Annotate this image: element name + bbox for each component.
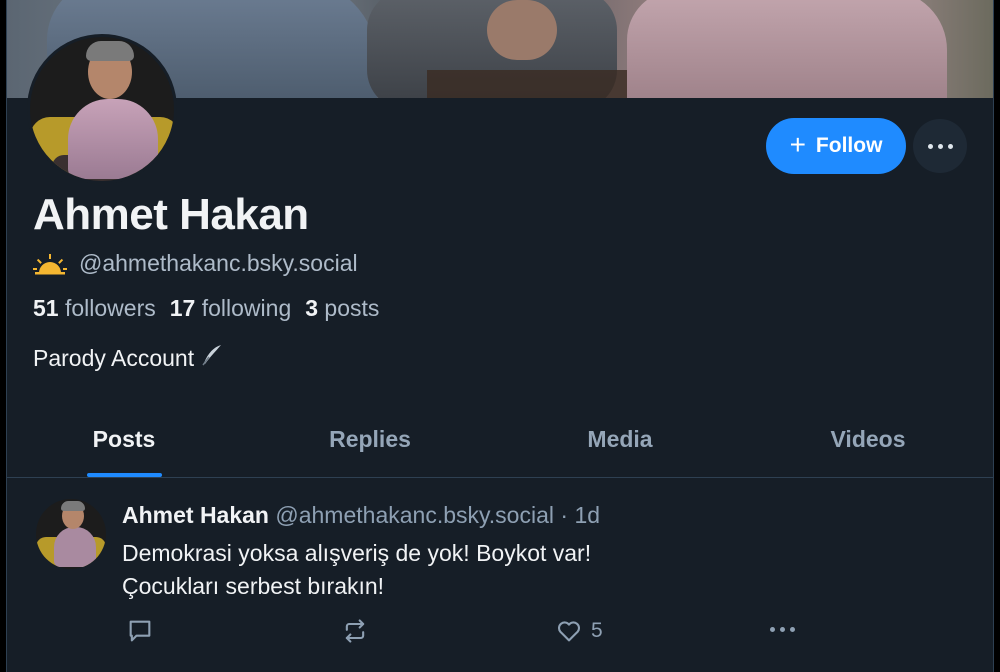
display-name: Ahmet Hakan <box>33 190 309 239</box>
plus-icon: + <box>789 129 806 160</box>
heart-icon <box>557 621 581 642</box>
ellipsis-icon <box>927 143 953 149</box>
post-separator: · <box>560 502 569 528</box>
post-author-handle[interactable]: @ahmethakanc.bsky.social <box>275 502 554 528</box>
reply-button[interactable] <box>126 617 154 645</box>
tab-posts[interactable]: Posts <box>93 426 156 453</box>
repost-icon <box>345 619 365 643</box>
sunrise-icon <box>33 253 67 275</box>
tab-videos[interactable]: Videos <box>831 426 906 453</box>
reply-icon <box>129 620 151 642</box>
follow-button[interactable]: + Follow <box>766 118 906 174</box>
following-link[interactable]: 17 following <box>170 295 291 322</box>
profile-avatar[interactable] <box>27 34 177 184</box>
post-text-line: Çocukları serbest bırakın! <box>122 573 385 599</box>
profile-stats: 51 followers 17 following 3 posts <box>33 295 379 322</box>
tab-replies[interactable]: Replies <box>329 426 411 453</box>
profile-handle[interactable]: @ahmethakanc.bsky.social <box>79 250 358 277</box>
post-author-name[interactable]: Ahmet Hakan <box>122 502 269 528</box>
like-count: 5 <box>591 619 603 642</box>
feather-pen-icon <box>200 343 224 373</box>
post-body: Demokrasi yoksa alışveriş de yok! Boykot… <box>122 537 591 603</box>
ellipsis-icon <box>770 627 795 632</box>
post-timestamp[interactable]: 1d <box>574 502 600 528</box>
followers-link[interactable]: 51 followers <box>33 295 156 322</box>
post-actions: 5 <box>122 617 822 647</box>
like-button[interactable]: 5 <box>555 617 603 645</box>
repost-button[interactable] <box>341 617 369 645</box>
post-more-button[interactable] <box>770 627 795 632</box>
post-header: Ahmet Hakan @ahmethakanc.bsky.social · 1… <box>122 502 600 529</box>
profile-bio: Parody Account <box>33 343 224 373</box>
handle-row: @ahmethakanc.bsky.social <box>33 250 358 277</box>
tab-media[interactable]: Media <box>587 426 652 453</box>
more-options-button[interactable] <box>913 119 967 173</box>
posts-count: 3 posts <box>305 295 380 321</box>
active-tab-indicator <box>87 473 162 477</box>
profile-tabs: Posts Replies Media Videos <box>7 404 993 478</box>
profile-page: + Follow Ahmet Hakan @ahmethakanc.bsky.s… <box>6 0 994 672</box>
follow-button-label: Follow <box>815 134 883 157</box>
feed-post[interactable]: Ahmet Hakan @ahmethakanc.bsky.social · 1… <box>7 479 993 672</box>
post-text-line: Demokrasi yoksa alışveriş de yok! Boykot… <box>122 540 592 566</box>
post-author-avatar[interactable] <box>36 499 106 569</box>
